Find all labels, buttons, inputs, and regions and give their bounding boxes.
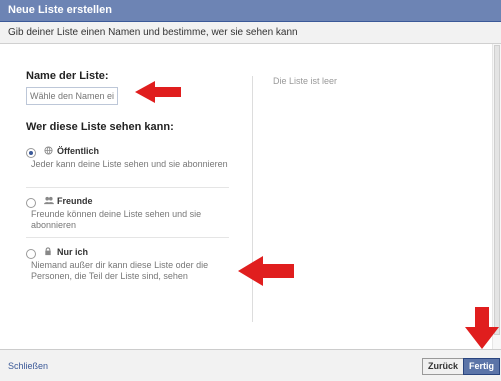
dialog-footer: Schließen Zurück Fertig — [0, 349, 501, 381]
lock-icon — [44, 247, 54, 258]
scrollbar-thumb[interactable] — [494, 45, 500, 335]
done-button[interactable]: Fertig — [463, 358, 501, 375]
close-link[interactable]: Schließen — [8, 361, 48, 371]
list-name-input[interactable] — [26, 87, 118, 105]
radio-public[interactable] — [26, 148, 36, 158]
list-name-label: Name der Liste: — [26, 70, 109, 82]
annotation-arrow-left — [238, 256, 294, 286]
globe-icon — [44, 146, 54, 157]
annotation-arrow-left — [135, 81, 181, 103]
list-empty-text: Die Liste ist leer — [273, 76, 338, 86]
option-description: Niemand außer dir kann diese Liste oder … — [31, 260, 209, 281]
scrollbar[interactable] — [492, 44, 501, 349]
dialog-subtitle: Gib deiner Liste einen Namen und bestimm… — [0, 22, 501, 44]
radio-friends[interactable] — [26, 198, 36, 208]
option-title: Freunde — [57, 196, 93, 206]
radio-only-me[interactable] — [26, 249, 36, 259]
option-title: Öffentlich — [57, 146, 99, 156]
option-description: Jeder kann deine Liste sehen und sie abo… — [31, 159, 228, 169]
back-button[interactable]: Zurück — [422, 358, 465, 375]
option-description: Freunde können deine Liste sehen und sie… — [31, 209, 202, 230]
dialog-title: Neue Liste erstellen — [8, 4, 112, 16]
annotation-arrow-down — [465, 307, 499, 349]
friends-icon — [44, 196, 54, 207]
option-divider — [26, 187, 229, 188]
option-divider — [26, 237, 229, 238]
dialog-titlebar: Neue Liste erstellen — [0, 0, 501, 22]
visibility-label: Wer diese Liste sehen kann: — [26, 121, 174, 133]
option-title: Nur ich — [57, 247, 89, 257]
